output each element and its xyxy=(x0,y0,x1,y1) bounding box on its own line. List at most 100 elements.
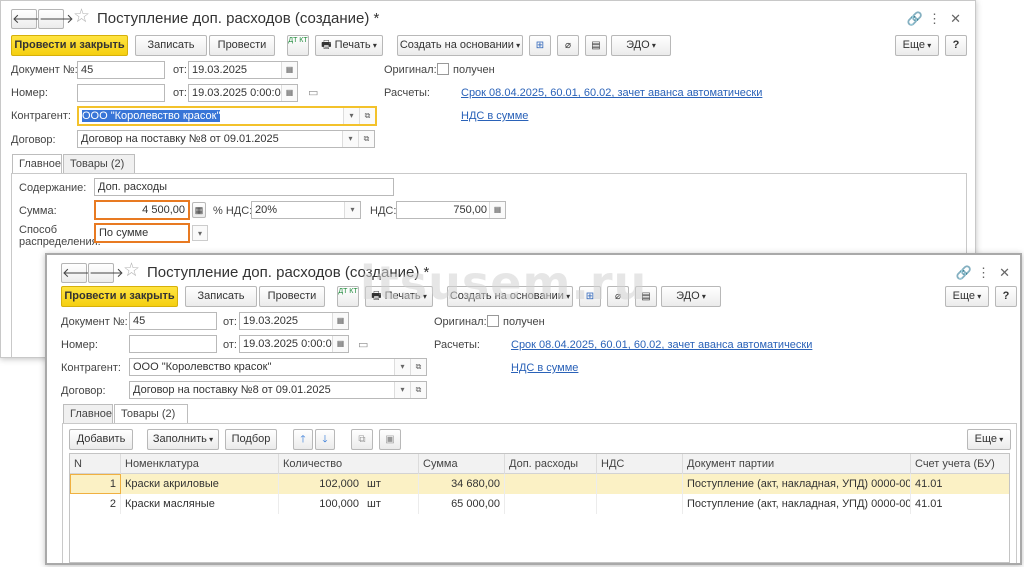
forward-arrow-icon[interactable]: 🡒 xyxy=(88,263,124,283)
kebab-menu-icon[interactable]: ⋮ xyxy=(977,265,990,281)
nomenclature-cell[interactable]: Краски масляные xyxy=(121,494,279,514)
create-based-on-button[interactable]: Создать на основании xyxy=(447,286,573,307)
column-header[interactable]: N xyxy=(70,454,121,474)
counterparty-field[interactable]: ООО "Королевство красок" ▾ ⧉ xyxy=(77,106,377,126)
open-icon[interactable]: ⧉ xyxy=(359,108,375,124)
calendar-icon[interactable]: ▦ xyxy=(281,62,297,78)
write-button[interactable]: Записать xyxy=(135,35,207,56)
tab-goods[interactable]: Товары (2) xyxy=(114,404,188,424)
batch-document-cell[interactable]: Поступление (акт, накладная, УПД) 0000-0… xyxy=(683,494,911,514)
calendar-icon[interactable]: ▦ xyxy=(281,85,297,101)
favorite-star-icon[interactable]: ☆ xyxy=(73,7,90,27)
vat-cell[interactable] xyxy=(597,474,683,494)
counterparty-field[interactable]: ООО "Королевство красок" ▾ ⧉ xyxy=(129,358,427,376)
open-icon[interactable]: ⧉ xyxy=(358,131,374,147)
calculator-icon[interactable]: ▦ xyxy=(489,202,505,218)
more-button[interactable]: Еще xyxy=(945,286,989,307)
attach-icon[interactable]: ⌀ xyxy=(557,35,579,56)
column-header[interactable]: НДС xyxy=(597,454,683,474)
move-up-icon[interactable]: 🡑 xyxy=(293,429,313,450)
content-field[interactable]: Доп. расходы xyxy=(94,178,394,196)
help-button[interactable]: ? xyxy=(995,286,1017,307)
settlements-link[interactable]: Срок 08.04.2025, 60.01, 60.02, зачет ава… xyxy=(511,339,812,351)
column-header[interactable]: Количество xyxy=(279,454,419,474)
favorite-star-icon[interactable]: ☆ xyxy=(123,261,140,281)
quantity-cell[interactable]: 100,000 xyxy=(279,494,363,514)
move-down-icon[interactable]: 🡓 xyxy=(315,429,335,450)
back-arrow-icon[interactable]: 🡐 xyxy=(61,263,97,283)
dropdown-icon[interactable]: ▾ xyxy=(394,382,410,398)
calculator-icon[interactable]: ▦ xyxy=(192,202,206,218)
settlements-link[interactable]: Срок 08.04.2025, 60.01, 60.02, зачет ава… xyxy=(461,87,762,99)
close-icon[interactable]: ✕ xyxy=(950,11,961,27)
attach-icon[interactable]: ⌀ xyxy=(607,286,629,307)
post-and-close-button[interactable]: Провести и закрыть xyxy=(61,286,178,307)
calendar-icon[interactable]: ▦ xyxy=(332,313,348,329)
open-icon[interactable]: ⧉ xyxy=(410,382,426,398)
post-button[interactable]: Провести xyxy=(259,286,325,307)
close-icon[interactable]: ✕ xyxy=(999,265,1010,281)
dropdown-icon[interactable]: ▾ xyxy=(343,108,359,124)
distribution-field[interactable]: По сумме xyxy=(94,223,190,243)
dt-kt-icon[interactable]: ДТ КТ xyxy=(287,35,309,56)
datetime-field[interactable]: 19.03.2025 0:00:00 ▦ xyxy=(188,84,298,102)
unit-cell[interactable]: шт xyxy=(363,474,419,494)
tab-main[interactable]: Главное xyxy=(12,154,62,174)
comment-icon[interactable]: ▭ xyxy=(358,338,368,351)
quantity-cell[interactable]: 102,000 xyxy=(279,474,363,494)
open-icon[interactable]: ⧉ xyxy=(410,359,426,375)
fill-button[interactable]: Заполнить xyxy=(147,429,219,450)
link-icon[interactable]: 🔗 xyxy=(956,265,972,281)
column-header[interactable]: Сумма xyxy=(419,454,505,474)
doc-number-field[interactable]: 45 xyxy=(129,312,217,330)
doc-number-field[interactable]: 45 xyxy=(77,61,165,79)
date-field[interactable]: 19.03.2025 ▦ xyxy=(188,61,298,79)
account-cell[interactable]: 41.01 xyxy=(911,474,1011,494)
column-header[interactable]: Доп. расходы xyxy=(505,454,597,474)
extra-costs-cell[interactable] xyxy=(505,494,597,514)
comment-icon[interactable]: ▭ xyxy=(308,86,318,99)
tab-goods[interactable]: Товары (2) xyxy=(63,154,135,173)
dropdown-icon[interactable]: ▾ xyxy=(344,202,360,218)
create-based-on-button[interactable]: Создать на основании xyxy=(397,35,523,56)
add-button[interactable]: Добавить xyxy=(69,429,133,450)
unit-cell[interactable]: шт xyxy=(363,494,419,514)
print-button[interactable]: 🖶 Печать xyxy=(365,286,433,307)
vat-rate-field[interactable]: 20% ▾ xyxy=(251,201,361,219)
post-button[interactable]: Провести xyxy=(209,35,275,56)
print-button[interactable]: 🖶 Печать xyxy=(315,35,383,56)
table-row[interactable]: 1 Краски акриловые 102,000 шт 34 680,00 … xyxy=(70,474,1009,494)
dropdown-icon[interactable]: ▾ xyxy=(394,359,410,375)
vat-cell[interactable] xyxy=(597,494,683,514)
forward-arrow-icon[interactable]: 🡒 xyxy=(38,9,74,29)
post-and-close-button[interactable]: Провести и закрыть xyxy=(11,35,128,56)
row-number[interactable]: 2 xyxy=(70,494,121,514)
vat-link[interactable]: НДС в сумме xyxy=(511,362,578,374)
nomenclature-cell[interactable]: Краски акриловые xyxy=(121,474,279,494)
dt-kt-icon[interactable]: ДТ КТ xyxy=(337,286,359,307)
received-checkbox[interactable] xyxy=(437,63,449,75)
datetime-field[interactable]: 19.03.2025 0:00:00 ▦ xyxy=(239,335,349,353)
edo-button[interactable]: ЭДО xyxy=(661,286,721,307)
kebab-menu-icon[interactable]: ⋮ xyxy=(928,11,941,27)
tab-main[interactable]: Главное xyxy=(63,404,113,423)
edo-button[interactable]: ЭДО xyxy=(611,35,671,56)
column-header[interactable]: Номенклатура xyxy=(121,454,279,474)
column-header[interactable]: Документ партии xyxy=(683,454,911,474)
vat-link[interactable]: НДС в сумме xyxy=(461,110,528,122)
sum-cell[interactable]: 34 680,00 xyxy=(419,474,505,494)
vat-amount-field[interactable]: 750,00 ▦ xyxy=(396,201,506,219)
write-button[interactable]: Записать xyxy=(185,286,257,307)
date-field[interactable]: 19.03.2025 ▦ xyxy=(239,312,349,330)
row-number[interactable]: 1 xyxy=(70,474,121,494)
account-cell[interactable]: 41.01 xyxy=(911,494,1011,514)
extra-costs-cell[interactable] xyxy=(505,474,597,494)
number-field[interactable] xyxy=(77,84,165,102)
column-header[interactable]: Счет учета (БУ) xyxy=(911,454,1011,474)
report-icon[interactable]: ▤ xyxy=(635,286,657,307)
received-checkbox[interactable] xyxy=(487,315,499,327)
sum-cell[interactable]: 65 000,00 xyxy=(419,494,505,514)
select-button[interactable]: Подбор xyxy=(225,429,277,450)
back-arrow-icon[interactable]: 🡐 xyxy=(11,9,47,29)
contract-field[interactable]: Договор на поставку №8 от 09.01.2025 ▾ ⧉ xyxy=(77,130,375,148)
